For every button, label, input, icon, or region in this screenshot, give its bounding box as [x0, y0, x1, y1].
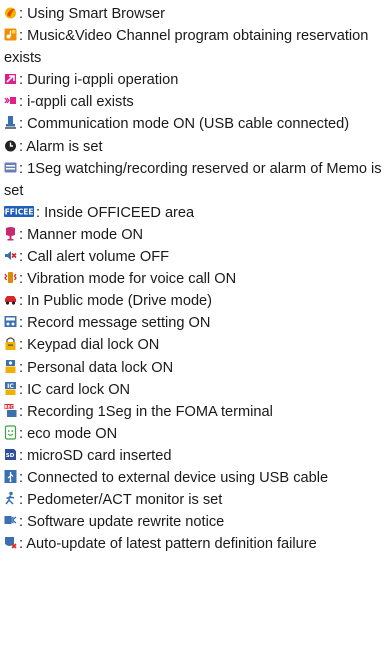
list-item: : Connected to external device using USB… [4, 467, 387, 489]
officeed-icon: OFFICEED [4, 204, 34, 219]
svg-text:OFFICEED: OFFICEED [4, 207, 34, 216]
list-item-text: : Using Smart Browser [19, 6, 165, 22]
list-item: OFFICEED: Inside OFFICEED area [4, 202, 387, 224]
list-item: : Record message setting ON [4, 312, 387, 334]
list-item-text: : 1Seg watching/recording reserved or al… [4, 160, 382, 199]
list-item-text: : IC card lock ON [19, 381, 131, 398]
list-item: IC : IC card lock ON [4, 379, 387, 401]
alarm-icon [4, 138, 17, 153]
eco-mode-icon [4, 425, 17, 440]
list-item-text: : Vibration mode for voice call ON [19, 271, 237, 288]
manner-mode-icon [4, 226, 17, 241]
status-icon-list: : Using Smart Browser : Music&Video Chan… [0, 0, 391, 555]
list-item-text: : Music&Video Channel program obtaining … [4, 28, 369, 67]
list-item-text: : In Public mode (Drive mode) [19, 293, 213, 310]
svg-text:IC: IC [7, 383, 14, 390]
list-item-text: : Personal data lock ON [19, 359, 174, 376]
list-item: : i-αppli call exists [4, 91, 387, 113]
list-item-text: : Recording 1Seg in the FOMA terminal [19, 403, 273, 420]
list-item: : Software update rewrite notice [4, 511, 387, 533]
rec-1seg-icon: REC [4, 403, 17, 418]
call-alert-off-icon [4, 248, 17, 263]
list-item: : Personal data lock ON [4, 357, 387, 379]
list-item-text: : microSD card inserted [19, 447, 172, 464]
list-item-text: : Inside OFFICEED area [36, 204, 195, 221]
1seg-reserved-icon [4, 160, 17, 175]
vibration-icon [4, 270, 17, 285]
list-item-text: : Record message setting ON [19, 315, 211, 332]
ic-card-lock-icon: IC [4, 381, 17, 396]
iappli-call-icon [4, 93, 17, 108]
list-item-text: : Keypad dial lock ON [19, 337, 160, 354]
list-item: : Call alert volume OFF [4, 246, 387, 268]
list-item: : Using Smart Browser [4, 3, 387, 25]
list-item: : Vibration mode for voice call ON [4, 268, 387, 290]
smart-browser-icon [4, 5, 17, 20]
list-item: : Manner mode ON [4, 224, 387, 246]
list-item: : Music&Video Channel program obtaining … [4, 25, 387, 69]
list-item: : During i-αppli operation [4, 69, 387, 91]
music-video-channel-icon [4, 27, 17, 42]
list-item: : 1Seg watching/recording reserved or al… [4, 158, 387, 202]
list-item-text: : Auto-update of latest pattern definiti… [19, 536, 317, 553]
iappli-operation-icon [4, 71, 17, 86]
list-item-text: : Call alert volume OFF [19, 249, 170, 266]
usb-external-device-icon [4, 469, 17, 484]
svg-text:REC: REC [5, 404, 14, 409]
list-item-text: : Pedometer/ACT monitor is set [19, 492, 223, 509]
list-item: : Alarm is set [4, 136, 387, 158]
list-item-text: : i-αppli call exists [19, 94, 134, 111]
list-item: REC : Recording 1Seg in the FOMA terminal [4, 401, 387, 423]
svg-text:SD: SD [6, 453, 15, 459]
personal-data-lock-icon [4, 359, 17, 374]
list-item-text: : Connected to external device using USB… [19, 469, 329, 486]
software-update-icon [4, 513, 17, 528]
list-item-text: : Alarm is set [19, 138, 103, 155]
list-item: : Auto-update of latest pattern definiti… [4, 533, 387, 555]
record-message-icon [4, 314, 17, 329]
list-item-text: : eco mode ON [19, 425, 118, 442]
list-item-text: : Software update rewrite notice [19, 514, 225, 531]
list-item: : Communication mode ON (USB cable conne… [4, 113, 387, 135]
list-item-text: : Communication mode ON (USB cable conne… [19, 116, 350, 133]
list-item: SD : microSD card inserted [4, 445, 387, 467]
pattern-update-failure-icon [4, 535, 17, 550]
list-item: : Keypad dial lock ON [4, 334, 387, 356]
public-mode-car-icon [4, 292, 17, 307]
list-item: : Pedometer/ACT monitor is set [4, 489, 387, 511]
list-item: : eco mode ON [4, 423, 387, 445]
usb-communication-icon [4, 115, 17, 130]
list-item-text: : During i-αppli operation [19, 72, 179, 89]
microsd-icon: SD [4, 447, 17, 462]
list-item: : In Public mode (Drive mode) [4, 290, 387, 312]
list-item-text: : Manner mode ON [19, 226, 144, 243]
keypad-dial-lock-icon [4, 336, 17, 351]
pedometer-icon [4, 491, 17, 506]
